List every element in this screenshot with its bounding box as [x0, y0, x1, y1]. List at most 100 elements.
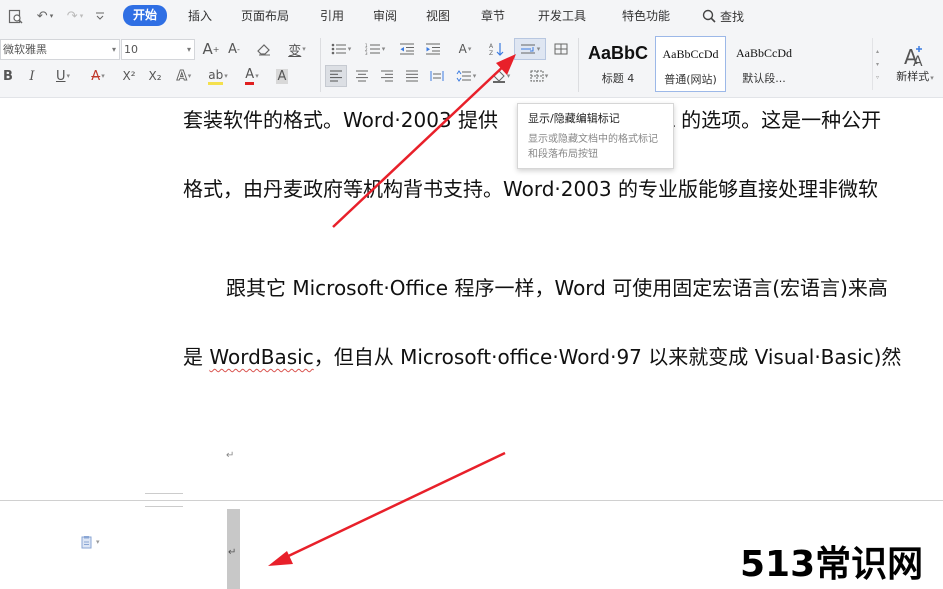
borders-button[interactable]: ▾	[524, 66, 554, 86]
sort-icon: AZ	[489, 43, 504, 56]
svg-text:3: 3	[365, 51, 368, 55]
eraser-icon	[257, 44, 270, 56]
decrease-indent-icon	[400, 43, 414, 55]
ribbon-home-panel: 微软雅黑 ▾ 10 ▾ A + A- 变 ▾ B I U ▾ A ▾ X² X₂ A ▾ …	[0, 32, 943, 98]
customize-dropdown-icon[interactable]	[92, 5, 108, 27]
style-sample: AaBbC	[587, 43, 648, 63]
tab-page-layout[interactable]: 页面布局	[241, 6, 289, 26]
bullets-button[interactable]: ▾	[326, 39, 356, 59]
style-sample: AaBbCcDd	[736, 46, 792, 60]
style-caption: 普通(网站)	[664, 73, 717, 86]
chevron-down-icon: ▾	[875, 60, 879, 68]
site-watermark: 513常识网	[740, 544, 924, 585]
chevron-up-icon: ▴	[875, 47, 879, 55]
svg-text:Z: Z	[489, 50, 493, 56]
new-style-button[interactable]: AA 新样式▾	[890, 38, 940, 90]
numbering-button[interactable]: 1 2 3 ▾	[360, 39, 390, 59]
underline-icon: U	[55, 68, 66, 84]
font-color-button[interactable]: A ▾	[238, 66, 266, 86]
align-left-button[interactable]	[325, 65, 347, 87]
ribbon-tab-bar: ↶ ▾ ↷ ▾ 开始 插入 页面布局 引用 审阅 视图 章节 开发工具 特色功能 查…	[0, 0, 943, 32]
phonetic-guide-button[interactable]: 变 ▾	[282, 39, 312, 59]
redo-icon[interactable]: ↷ ▾	[64, 5, 86, 27]
style-sample: AaBbCcDd	[662, 47, 719, 61]
new-style-label: 新样式	[896, 70, 930, 83]
doc-line-2: 格式，由丹麦政府等机构背书支持。Word·2003 的专业版能够直接处理非微软	[183, 177, 879, 201]
italic-button[interactable]: I	[24, 66, 40, 86]
undo-icon[interactable]: ↶ ▾	[32, 5, 58, 27]
strikethrough-button[interactable]: A ▾	[84, 66, 112, 86]
search-button[interactable]: 查找	[702, 5, 744, 27]
new-style-icon: AA	[904, 45, 923, 68]
doc-text: 是	[183, 345, 210, 369]
more-icon: ▿	[875, 73, 879, 81]
tooltip-body: 显示或隐藏文档中的格式标记和段落布局按钮	[528, 134, 658, 160]
borders-icon	[530, 70, 544, 82]
print-preview-icon[interactable]	[6, 5, 24, 27]
paragraph-mark: ↵	[226, 450, 235, 461]
superscript-button[interactable]: X²	[118, 66, 140, 86]
tab-review[interactable]: 审阅	[373, 6, 397, 26]
underline-button[interactable]: U ▾	[48, 66, 78, 86]
decrease-indent-button[interactable]	[396, 39, 418, 59]
font-size-combo[interactable]: 10 ▾	[121, 39, 195, 60]
align-center-icon	[356, 70, 368, 82]
style-caption: 默认段...	[742, 72, 786, 85]
tab-home[interactable]: 开始	[123, 5, 168, 26]
tab-section[interactable]: 章节	[481, 6, 505, 26]
paste-options-button[interactable]: ▾	[80, 535, 100, 549]
style-normal-web[interactable]: AaBbCcDd 普通(网站)	[655, 36, 726, 92]
divider	[320, 38, 321, 92]
document-canvas[interactable]: 套装软件的格式。Word·2003 提供 ngML 的选项。这是一种公开 格式，由…	[0, 98, 943, 589]
char-shading-icon: A	[275, 68, 289, 84]
justify-icon	[406, 70, 418, 82]
spellcheck-word: WordBasic	[209, 345, 314, 369]
distribute-button[interactable]	[427, 66, 447, 86]
show-hide-marks-button[interactable]: ▾	[514, 38, 546, 60]
align-right-icon	[381, 70, 393, 82]
tab-special[interactable]: 特色功能	[622, 6, 670, 26]
highlight-icon: ab	[208, 68, 224, 85]
highlight-button[interactable]: ab ▾	[203, 66, 233, 86]
search-label: 查找	[720, 9, 745, 24]
style-heading4[interactable]: AaBbC 标题 4	[582, 36, 654, 92]
line-spacing-button[interactable]: ▾	[452, 66, 480, 86]
line-spacing-icon	[456, 70, 471, 82]
divider	[578, 38, 579, 92]
search-icon	[702, 9, 716, 23]
clear-format-button[interactable]	[253, 39, 275, 59]
tab-references[interactable]: 引用	[320, 6, 344, 26]
grow-font-icon: A	[202, 40, 213, 58]
tab-developer[interactable]: 开发工具	[538, 6, 586, 26]
text-effect-button[interactable]: A ▾	[170, 66, 198, 86]
tooltip-title: 显示/隐藏编辑标记	[528, 112, 620, 125]
distribute-icon	[430, 71, 444, 81]
justify-button[interactable]	[402, 66, 422, 86]
shrink-font-icon: A	[228, 41, 237, 57]
bold-button[interactable]: B	[0, 66, 16, 86]
doc-line-3: 跟其它 Microsoft·Office 程序一样，Word 可使用固定宏语言(…	[226, 276, 888, 300]
style-caption: 标题 4	[601, 72, 635, 85]
chinese-layout-button[interactable]: A ▾	[450, 39, 480, 59]
tab-insert[interactable]: 插入	[188, 6, 212, 26]
tooltip-show-hide-marks: 显示/隐藏编辑标记 显示或隐藏文档中的格式标记和段落布局按钮	[517, 103, 674, 169]
increase-indent-button[interactable]	[422, 39, 444, 59]
style-default-paragraph[interactable]: AaBbCcDd 默认段...	[728, 36, 800, 92]
tab-view[interactable]: 视图	[426, 6, 450, 26]
styles-scroll[interactable]: ▴ ▾ ▿	[872, 38, 882, 90]
table-border-button[interactable]	[550, 39, 572, 59]
shrink-font-button[interactable]: A-	[224, 39, 244, 59]
align-center-button[interactable]	[352, 66, 372, 86]
char-shading-button[interactable]: A	[273, 66, 291, 86]
font-name-combo[interactable]: 微软雅黑 ▾	[0, 39, 120, 60]
page-break-line	[0, 500, 943, 501]
strikethrough-icon: A	[91, 68, 101, 84]
shading-button[interactable]: ▾	[487, 66, 515, 86]
grow-font-button[interactable]: A +	[200, 39, 222, 59]
increase-indent-icon	[426, 43, 440, 55]
align-left-icon	[330, 70, 342, 82]
sort-button[interactable]: AZ	[486, 39, 508, 59]
text-box-icon	[554, 43, 568, 55]
align-right-button[interactable]	[377, 66, 397, 86]
subscript-button[interactable]: X₂	[144, 66, 166, 86]
